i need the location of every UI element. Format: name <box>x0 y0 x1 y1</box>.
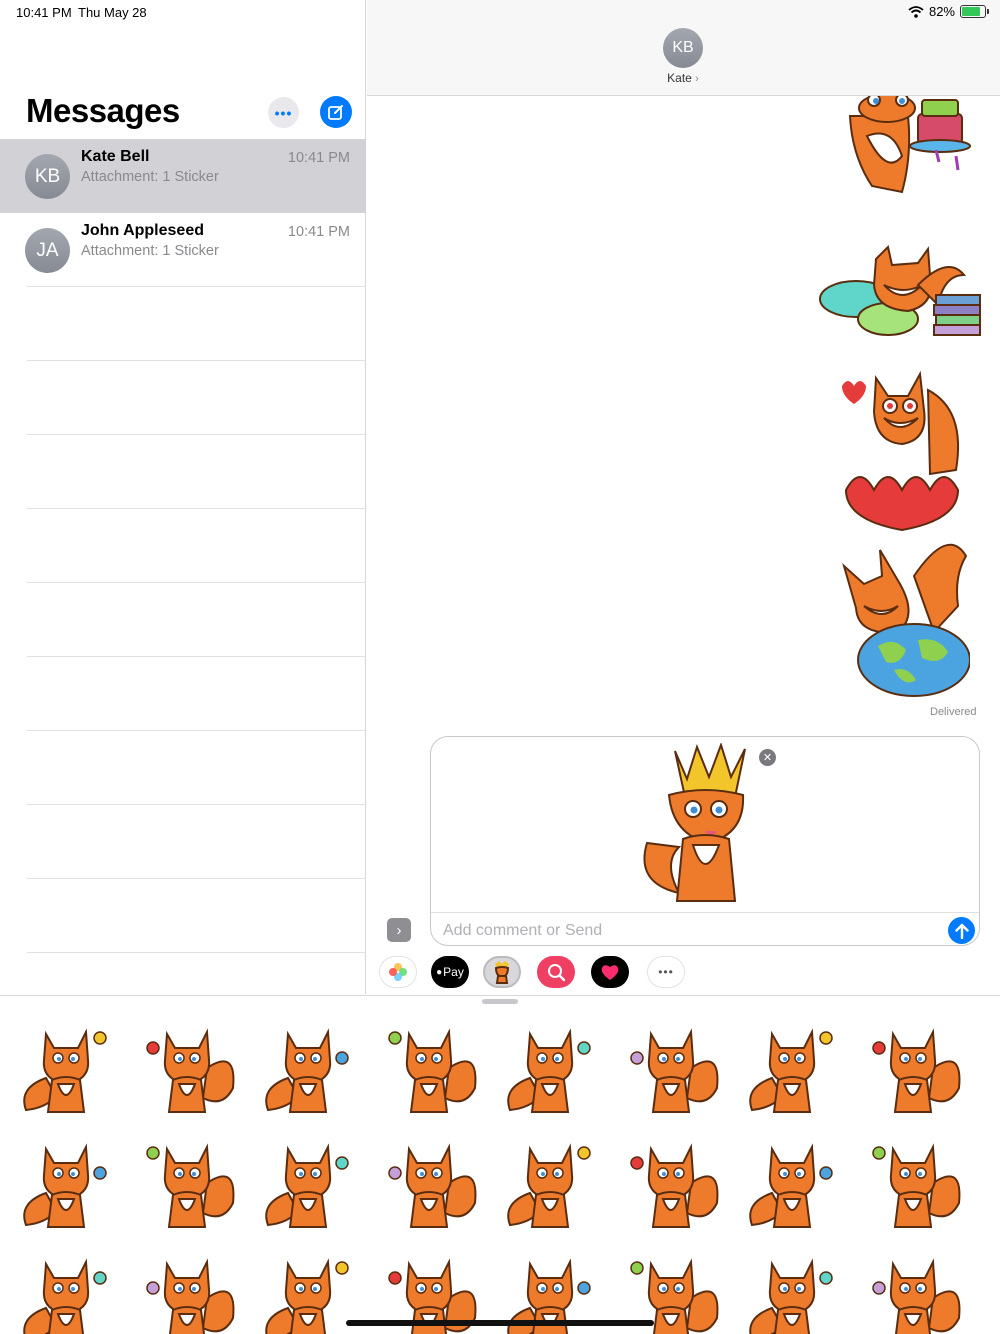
sent-sticker-fox-globe[interactable] <box>838 536 970 700</box>
status-time: 10:41 PM <box>16 5 72 20</box>
sticker-fox-hearts[interactable] <box>258 1018 358 1118</box>
attached-sticker-fox-crown[interactable] <box>639 743 773 907</box>
page-title: Messages <box>26 92 180 129</box>
message-time: 10:41 PM <box>287 150 350 166</box>
sticker-fox-sitting-mask[interactable] <box>742 1018 842 1118</box>
wifi-icon <box>908 5 924 18</box>
empty-row <box>0 731 366 805</box>
chevron-right-icon: › <box>396 921 402 939</box>
conversation-row-kate-bell[interactable]: KB Kate Bell Attachment: 1 Sticker 10:41… <box>0 139 366 213</box>
ellipsis-icon: ••• <box>274 104 293 121</box>
sticker-fox-pointing[interactable] <box>379 1133 479 1233</box>
avatar: KB <box>25 154 70 199</box>
chevron-right-icon: › <box>695 73 699 85</box>
apple-logo-icon: ● <box>436 966 443 978</box>
compose-divider <box>431 912 979 913</box>
contact-name: Kate Bell <box>81 148 150 165</box>
sent-sticker-fox-hearts[interactable] <box>836 370 968 532</box>
battery-percent: 82% <box>928 4 955 19</box>
message-preview: Attachment: 1 Sticker <box>81 243 219 259</box>
conversation-row-john-appleseed[interactable]: JA John Appleseed Attachment: 1 Sticker … <box>0 213 366 287</box>
photos-app-icon[interactable] <box>379 956 417 988</box>
sticker-fox-crying[interactable] <box>863 1018 963 1118</box>
battery-level <box>962 7 981 16</box>
conversation-list: KB Kate Bell Attachment: 1 Sticker 10:41… <box>0 139 366 953</box>
sticker-fox-thinking[interactable] <box>137 1133 237 1233</box>
fox-sticker-app-icon[interactable] <box>483 956 521 988</box>
contact-name: Kate <box>667 71 692 85</box>
compose-box: ✕ <box>430 736 980 946</box>
status-date: Thu May 28 <box>78 5 147 20</box>
sticker-fox-birthday-cake[interactable] <box>16 1018 116 1118</box>
message-time: 10:41 PM <box>287 224 350 240</box>
search-images-app-icon[interactable] <box>537 956 575 988</box>
arrow-up-icon <box>954 923 969 939</box>
more-options-button[interactable]: ••• <box>268 97 299 128</box>
sticker-fox-hug[interactable] <box>137 1248 237 1334</box>
battery-icon <box>960 5 989 18</box>
sticker-fox-sleepy[interactable] <box>621 1133 721 1233</box>
app-strip: ● Pay ••• <box>367 952 1000 994</box>
sticker-fox-lying-laughing[interactable] <box>16 1133 116 1233</box>
empty-row <box>0 509 366 583</box>
avatar: JA <box>25 228 70 273</box>
remove-attachment-button[interactable]: ✕ <box>759 749 776 766</box>
drawer-handle[interactable] <box>482 999 518 1004</box>
sent-sticker-fox-pillows[interactable] <box>818 245 986 347</box>
sent-sticker-fox-birthday-cake[interactable] <box>832 96 972 200</box>
message-input[interactable] <box>443 920 933 942</box>
delivered-label: Delivered <box>930 706 977 718</box>
contact-name-button[interactable]: Kate › <box>367 71 999 85</box>
sticker-fox-grumpy[interactable] <box>500 1133 600 1233</box>
sticker-fox-angry[interactable] <box>621 1018 721 1118</box>
sticker-drawer <box>0 995 1000 1334</box>
sticker-fox-cup[interactable] <box>16 1248 116 1334</box>
sticker-fox-laughing[interactable] <box>258 1248 358 1334</box>
contact-avatar[interactable]: KB <box>663 28 703 68</box>
conversation-sidebar: Messages ••• KB Kate Bell Attachment: 1 … <box>0 0 366 994</box>
empty-row <box>0 805 366 879</box>
sticker-fox-arms-crossed[interactable] <box>863 1248 963 1334</box>
home-indicator <box>346 1320 654 1326</box>
heart-stickers-app-icon[interactable] <box>591 956 629 988</box>
empty-row <box>0 361 366 435</box>
sticker-fox-net[interactable] <box>742 1248 842 1334</box>
more-apps-icon[interactable]: ••• <box>647 956 685 988</box>
apple-pay-label: Pay <box>443 965 464 979</box>
empty-row <box>0 657 366 731</box>
sticker-fox-globe[interactable] <box>379 1018 479 1118</box>
empty-row <box>0 583 366 657</box>
empty-row <box>0 287 366 361</box>
empty-row <box>0 435 366 509</box>
status-bar: 10:41 PM Thu May 28 82% <box>0 0 1000 24</box>
compose-icon <box>328 105 343 120</box>
close-icon: ✕ <box>762 752 773 764</box>
status-indicators: 82% <box>908 4 989 19</box>
contact-name: John Appleseed <box>81 222 204 239</box>
sticker-fox-question[interactable] <box>863 1133 963 1233</box>
sticker-fox-pillows[interactable] <box>137 1018 237 1118</box>
sticker-fox-yoga[interactable] <box>258 1133 358 1233</box>
send-button[interactable] <box>948 917 975 944</box>
row-divider <box>27 952 366 953</box>
empty-row <box>0 879 366 953</box>
message-preview: Attachment: 1 Sticker <box>81 169 219 185</box>
sticker-fox-shy-hearts[interactable] <box>742 1133 842 1233</box>
sticker-fox-crown[interactable] <box>500 1018 600 1118</box>
apple-pay-app-icon[interactable]: ● Pay <box>431 956 469 988</box>
compose-button[interactable] <box>320 96 352 128</box>
expand-apps-button[interactable]: › <box>387 918 411 942</box>
